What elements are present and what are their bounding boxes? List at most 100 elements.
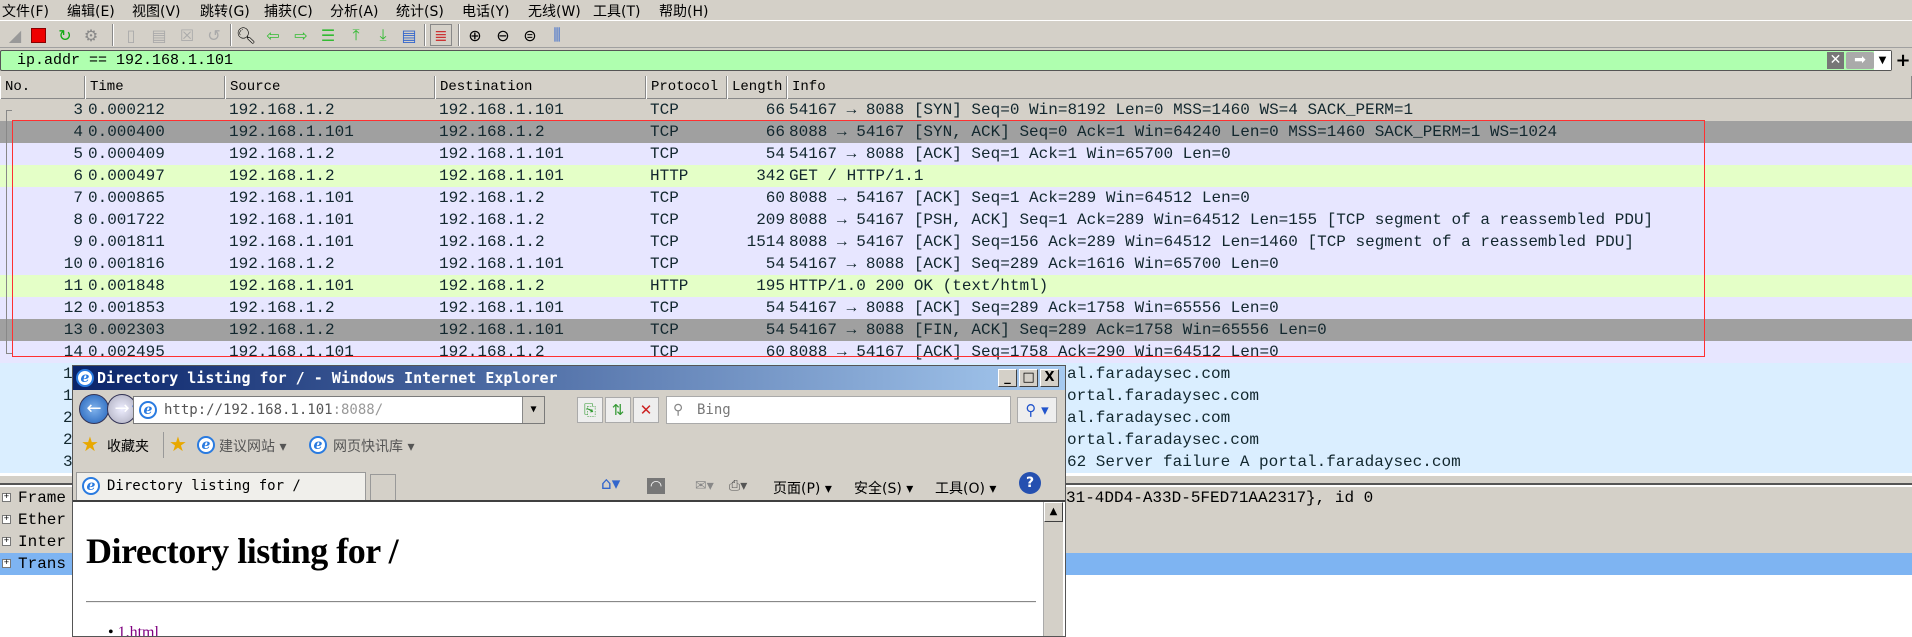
scroll-up-arrow-icon[interactable]: ▲ [1044,502,1063,522]
first-packet-icon[interactable]: ⤒ [345,24,367,46]
menu-item[interactable]: 分析(A) [330,1,379,21]
packet-row[interactable]: 11 0.001848 192.168.1.101 192.168.1.2 HTTP 19… [0,275,1912,297]
expand-icon[interactable]: + [2,493,11,502]
safety-menu[interactable]: 安全(S) ▾ [854,478,913,498]
back-button[interactable]: ← [79,394,109,424]
capture-options-gear-icon[interactable]: ⚙ [80,24,102,46]
packet-row[interactable]: 9 0.001811 192.168.1.101 192.168.1.2 TCP 1514… [0,231,1912,253]
new-tab-button[interactable] [370,474,396,500]
packet-source: 192.168.1.2 [229,255,335,273]
vertical-scrollbar[interactable]: ▲ [1043,502,1063,636]
autoscroll-icon[interactable]: ▤ [398,24,420,46]
zoom-out-icon[interactable]: ⊖ [492,24,514,46]
page-menu[interactable]: 页面(P) ▾ [773,478,832,498]
packet-row[interactable]: 5 0.000409 192.168.1.2 192.168.1.101 TCP 54 54… [0,143,1912,165]
find-packet-icon[interactable]: 🔍︎ [235,24,257,46]
shark-fin-start-icon[interactable]: ◢ [4,24,26,46]
search-input[interactable]: ⚲ Bing [666,396,1011,424]
packet-row[interactable]: 12 0.001853 192.168.1.2 192.168.1.101 TCP 54 5… [0,297,1912,319]
go-back-icon[interactable]: ⇦ [262,24,284,46]
open-file-icon[interactable]: ▯ [120,24,142,46]
go-forward-icon[interactable]: ⇨ [290,24,312,46]
menu-item[interactable]: 捕获(C) [264,1,313,21]
packet-row[interactable]: 14 0.002495 192.168.1.101 192.168.1.2 TCP 60 8… [0,341,1912,363]
address-bar[interactable]: e http://192.168.1.101:8088/ ▼ [133,396,545,424]
packet-row[interactable]: 13 0.002303 192.168.1.2 192.168.1.101 TCP 54 5… [0,319,1912,341]
zoom-normal-icon[interactable]: ⊜ [519,24,541,46]
packet-info: ortal.faradaysec.com [1067,387,1260,405]
expand-icon[interactable]: + [2,515,11,524]
restart-capture-icon[interactable]: ↻ [54,24,76,46]
packet-info: 54167 → 8088 [ACK] Seq=289 Ack=1758 Win=… [789,299,1279,317]
column-header-time[interactable]: Time [85,76,225,99]
address-dropdown-icon[interactable]: ▼ [522,397,544,423]
packet-row[interactable]: 4 0.000400 192.168.1.101 192.168.1.2 TCP 66 80… [0,121,1912,143]
column-header-info[interactable]: Info [787,76,1912,99]
read-mail-icon[interactable]: ✉▾ [695,478,714,494]
tab-directory-listing[interactable]: e Directory listing for / [76,472,366,500]
apply-filter-arrow-icon[interactable]: ➡ [1846,52,1874,69]
expand-icon[interactable]: + [2,559,11,568]
column-header-destination[interactable]: Destination [435,76,646,99]
ie-title-bar[interactable]: e Directory listing for / - Windows Inte… [73,366,1065,390]
resize-columns-icon[interactable]: ⫼ [546,24,568,46]
suggested-sites-link[interactable]: 建议网站 ▾ [219,436,286,456]
display-filter-input[interactable]: ip.addr == 192.168.1.101 [0,50,1892,71]
menu-item[interactable]: 统计(S) [396,1,444,21]
stop-icon[interactable]: ✕ [633,397,659,423]
menu-item[interactable]: 无线(W) [528,1,581,21]
zoom-in-icon[interactable]: ⊕ [464,24,486,46]
go-to-packet-icon[interactable]: ☰ [317,24,339,46]
file-link[interactable]: 1.html [118,624,159,636]
favorites-button[interactable]: 收藏夹 [107,436,149,456]
reload-file-icon[interactable]: ↺ [203,24,225,46]
colorize-icon[interactable]: ≣ [430,24,452,46]
menu-item[interactable]: 编辑(E) [67,1,115,21]
packet-length: 195 [756,277,785,295]
close-file-icon[interactable]: ☒ [176,24,198,46]
help-icon[interactable]: ? [1019,472,1041,494]
menu-item[interactable]: 电话(Y) [462,1,509,21]
menu-item[interactable]: 视图(V) [132,1,181,21]
save-file-icon[interactable]: ▤ [148,24,170,46]
column-header-no[interactable]: No. [0,76,85,99]
compatibility-view-icon[interactable]: ⎘ [577,397,603,423]
packet-info: 8088 → 54167 [SYN, ACK] Seq=0 Ack=1 Win=… [789,123,1558,141]
menu-item[interactable]: 文件(F) [2,1,49,21]
last-packet-icon[interactable]: ⤓ [372,24,394,46]
minimize-button[interactable]: _ [998,369,1017,387]
packet-row[interactable]: 10 0.001816 192.168.1.2 192.168.1.101 TCP 54 5… [0,253,1912,275]
refresh-icon[interactable]: ⇅ [605,397,631,423]
add-filter-button[interactable]: + [1894,50,1912,71]
print-icon[interactable]: ⎙▾ [729,478,747,494]
home-icon[interactable]: ⌂▾ [601,474,620,494]
search-go-button[interactable]: ⚲ ▾ [1017,397,1057,423]
packet-length: 342 [756,167,785,185]
packet-destination: 192.168.1.2 [439,233,545,251]
column-header-length[interactable]: Length [727,76,787,99]
filter-history-dropdown-icon[interactable]: ▼ [1874,51,1891,70]
menu-item[interactable]: 帮助(H) [659,1,708,21]
column-header-protocol[interactable]: Protocol [646,76,727,99]
packet-destination: 192.168.1.2 [439,211,545,229]
clear-filter-icon[interactable]: ✕ [1827,52,1844,69]
close-button[interactable]: X [1040,369,1059,387]
packet-row[interactable]: 3 0.000212 192.168.1.2 192.168.1.101 TCP 66 54… [0,99,1912,121]
add-favorite-icon[interactable]: ★ [169,432,187,456]
menu-item[interactable]: 工具(T) [593,1,640,21]
expand-icon[interactable]: + [2,537,11,546]
packet-destination: 192.168.1.101 [439,101,564,119]
packet-row[interactable]: 7 0.000865 192.168.1.101 192.168.1.2 TCP 60 80… [0,187,1912,209]
packet-destination: 192.168.1.2 [439,277,545,295]
menu-item[interactable]: 跳转(G) [200,1,250,21]
packet-row[interactable]: 6 0.000497 192.168.1.2 192.168.1.101 HTTP 342… [0,165,1912,187]
column-header-source[interactable]: Source [225,76,435,99]
maximize-button[interactable]: □ [1019,369,1038,387]
detail-label: Trans [18,553,67,575]
tools-menu[interactable]: 工具(O) ▾ [935,478,996,498]
packet-row[interactable]: 8 0.001722 192.168.1.101 192.168.1.2 TCP 209 8… [0,209,1912,231]
web-slice-gallery-link[interactable]: 网页快讯库 ▾ [333,436,414,456]
feeds-icon[interactable]: ◠ [647,478,666,494]
packet-time: 0.001722 [88,211,165,229]
stop-capture-button[interactable] [27,24,49,46]
